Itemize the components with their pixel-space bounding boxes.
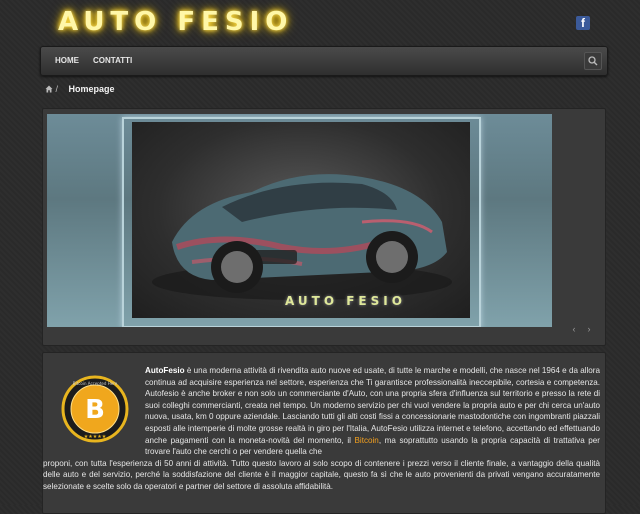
svg-text:★★★★★: ★★★★★	[84, 434, 107, 440]
main-nav: HOME CONTATTI	[40, 46, 608, 76]
slider-next-button[interactable]: ›	[584, 324, 594, 334]
bitcoin-accepted-badge: B Bitcoin Accepted Here ★★★★★	[61, 375, 129, 443]
svg-text:B: B	[85, 395, 105, 425]
intro-text-part1: è una moderna attività di rivendita auto…	[145, 366, 600, 445]
breadcrumb: / Homepage	[45, 84, 115, 94]
image-slider: AUTO FESIO ‹ ›	[42, 108, 606, 346]
search-button[interactable]	[584, 52, 602, 70]
car-photo	[132, 122, 470, 318]
car-illustration	[152, 174, 452, 300]
svg-text:Bitcoin Accepted Here: Bitcoin Accepted Here	[73, 381, 118, 386]
search-icon	[588, 56, 598, 66]
intro-text-part3: proponi, con tutta l'esperienza di 50 an…	[43, 458, 600, 491]
nav-item-contatti[interactable]: CONTATTI	[93, 56, 132, 65]
slide-image: AUTO FESIO	[47, 114, 552, 327]
slider-prev-button[interactable]: ‹	[569, 324, 579, 334]
home-icon[interactable]	[45, 85, 53, 93]
site-logo[interactable]: AUTO FESIO	[58, 7, 293, 37]
brand-name: AutoFesio	[145, 366, 185, 375]
intro-panel: B Bitcoin Accepted Here ★★★★★ AutoFesio …	[42, 352, 606, 514]
breadcrumb-current: Homepage	[68, 84, 115, 94]
intro-text: AutoFesio è una moderna attività di rive…	[43, 365, 600, 493]
slide-caption: AUTO FESIO	[285, 294, 406, 308]
site-header: AUTO FESIO f	[0, 0, 640, 46]
breadcrumb-separator: /	[55, 84, 59, 94]
facebook-icon[interactable]: f	[576, 16, 590, 30]
nav-item-home[interactable]: HOME	[55, 56, 79, 65]
bitcoin-link[interactable]: Bitcoin	[355, 436, 379, 445]
